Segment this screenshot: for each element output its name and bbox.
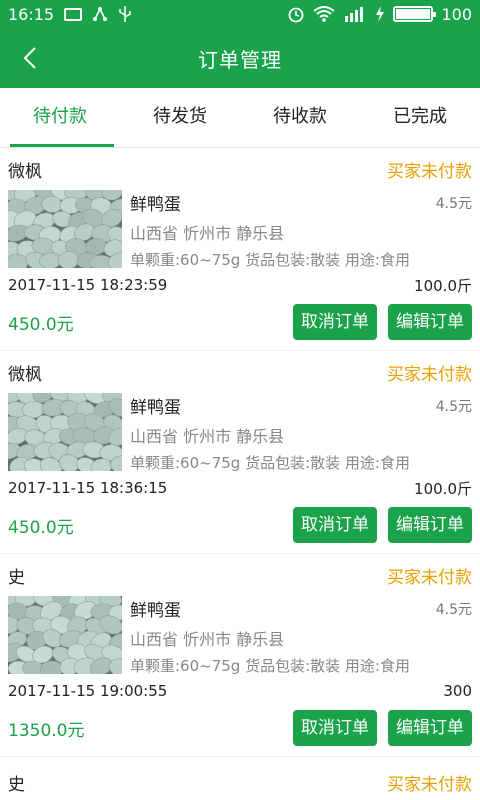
edit-order-button[interactable]: 编辑订单 [388, 304, 472, 340]
status-time: 16:15 [8, 4, 55, 24]
order-quantity: 300 [443, 682, 472, 700]
order-time: 2017-11-15 19:00:55 [8, 682, 168, 700]
order-quantity: 100.0斤 [414, 276, 472, 295]
order-total: 450.0元 [8, 314, 74, 335]
tab-pending-shipment[interactable]: 待发货 [120, 88, 240, 147]
product-name: 鲜鸭蛋 [130, 601, 181, 621]
tab-pending-payment[interactable]: 待付款 [0, 88, 120, 147]
product-name: 鲜鸭蛋 [130, 195, 181, 215]
tab-pending-receipt[interactable]: 待收款 [240, 88, 360, 147]
battery-fill [396, 9, 431, 19]
unit-price: 4.5元 [435, 195, 472, 212]
cancel-order-button[interactable]: 取消订单 [293, 710, 377, 746]
unit-price: 4.5元 [435, 398, 472, 415]
order-status: 买家未付款 [387, 364, 472, 385]
battery-icon [393, 6, 437, 22]
order-quantity: 100.0斤 [414, 479, 472, 498]
back-button[interactable] [14, 42, 46, 74]
signal-icon [345, 7, 364, 22]
unit-price: 4.5元 [435, 601, 472, 618]
egg-pile-picture [8, 393, 122, 471]
edit-order-button[interactable]: 编辑订单 [388, 507, 472, 543]
order-status: 买家未付款 [387, 774, 472, 795]
order-time: 2017-11-15 18:23:59 [8, 276, 168, 294]
cancel-order-button[interactable]: 取消订单 [293, 507, 377, 543]
edit-order-button[interactable]: 编辑订单 [388, 710, 472, 746]
product-image [8, 596, 122, 674]
egg-pile-picture [8, 596, 122, 674]
product-image [8, 393, 122, 471]
alarm-icon [289, 7, 304, 23]
title-bar: 订单管理 [0, 28, 480, 88]
status-bar: 16:15 100 [0, 0, 480, 28]
order-total: 450.0元 [8, 517, 74, 538]
order-list: 微枫 买家未付款 鲜鸭蛋 4.5元 山西省 忻州市 静乐县 单颗重:60~75g… [0, 148, 480, 800]
order-card[interactable]: 微枫 买家未付款 鲜鸭蛋 4.5元 山西省 忻州市 静乐县 单颗重:60~75g… [0, 148, 480, 350]
tab-bar: 待付款 待发货 待收款 已完成 [0, 88, 480, 148]
buyer-name: 史 [8, 567, 25, 588]
product-spec: 单颗重:60~75g 货品包装:散装 用途:食用 [130, 454, 410, 472]
product-location: 山西省 忻州市 静乐县 [130, 427, 285, 446]
order-card[interactable]: 史 买家未付款 [0, 757, 480, 800]
product-location: 山西省 忻州市 静乐县 [130, 224, 285, 243]
order-time: 2017-11-15 18:36:15 [8, 479, 168, 497]
order-total: 1350.0元 [8, 720, 85, 741]
cancel-order-button[interactable]: 取消订单 [293, 304, 377, 340]
order-status: 买家未付款 [387, 161, 472, 182]
wifi-icon [313, 6, 336, 22]
tab-completed[interactable]: 已完成 [360, 88, 480, 147]
product-image [8, 190, 122, 268]
order-status: 买家未付款 [387, 567, 472, 588]
product-location: 山西省 忻州市 静乐县 [130, 630, 285, 649]
product-spec: 单颗重:60~75g 货品包装:散装 用途:食用 [130, 251, 410, 269]
product-name: 鲜鸭蛋 [130, 398, 181, 418]
buyer-name: 史 [8, 774, 25, 795]
image-notification-icon [64, 7, 83, 21]
order-card[interactable]: 史 买家未付款 鲜鸭蛋 4.5元 山西省 忻州市 静乐县 单颗重:60~75g … [0, 554, 480, 756]
share-icon [93, 7, 108, 21]
page-title: 订单管理 [198, 47, 282, 72]
buyer-name: 微枫 [8, 364, 42, 385]
battery-level: 100 [441, 4, 472, 24]
chevron-left-icon [23, 47, 36, 69]
egg-pile-picture [8, 190, 122, 268]
charging-icon [376, 6, 385, 22]
order-card[interactable]: 微枫 买家未付款 鲜鸭蛋 4.5元 山西省 忻州市 静乐县 单颗重:60~75g… [0, 351, 480, 553]
usb-icon [119, 6, 131, 22]
product-spec: 单颗重:60~75g 货品包装:散装 用途:食用 [130, 657, 410, 675]
buyer-name: 微枫 [8, 161, 42, 182]
